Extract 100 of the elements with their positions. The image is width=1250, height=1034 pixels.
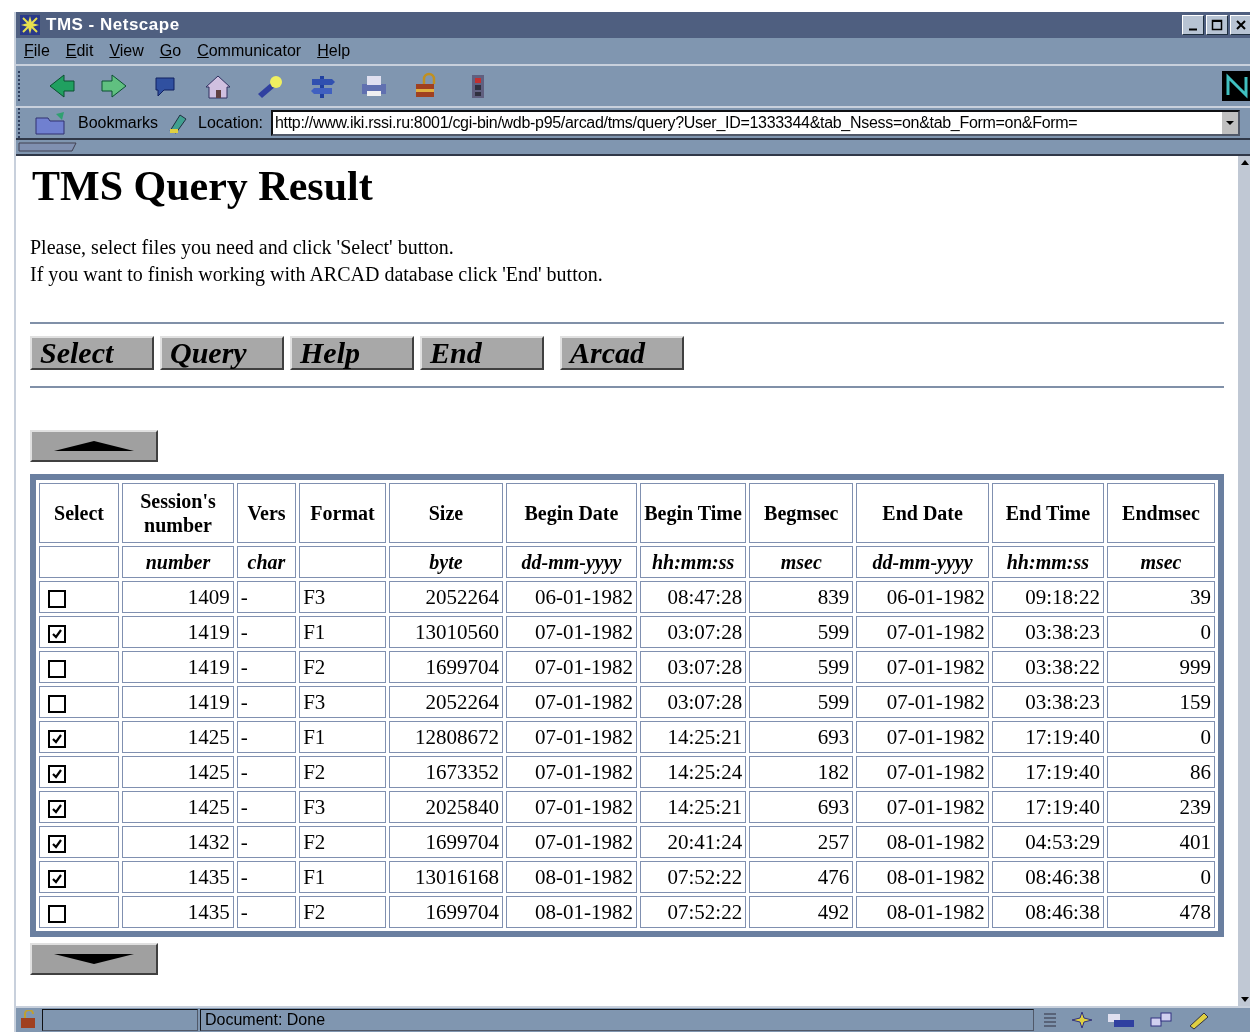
column-header: Format (299, 483, 386, 543)
page-heading: TMS Query Result (32, 162, 373, 210)
maximize-icon (1211, 19, 1223, 31)
table-cell: 17:19:40 (1025, 724, 1100, 749)
table-cell: 08:46:38 (1025, 864, 1100, 889)
checkbox[interactable] (48, 799, 66, 818)
table-cell: 07-01-1982 (886, 724, 985, 749)
table-cell: 0 (1200, 724, 1211, 749)
table-cell: 599 (817, 619, 850, 644)
column-header: Session's number (122, 483, 234, 543)
table-cell: 693 (817, 794, 850, 819)
table-cell: 03:07:28 (667, 619, 743, 644)
checkbox[interactable] (48, 869, 66, 888)
table-cell: 1425 (187, 759, 230, 784)
table-cell: 07-01-1982 (886, 759, 985, 784)
table-cell: - (240, 794, 248, 819)
scroll-up-button[interactable] (30, 430, 158, 462)
table-cell: 03:38:23 (1025, 619, 1100, 644)
menu-item[interactable]: Communicator (197, 42, 302, 60)
column-header: Begin Time (639, 483, 747, 543)
table-cell: 13010560 (415, 619, 499, 644)
table-cell: 13016168 (415, 864, 499, 889)
maximize-button[interactable] (1206, 15, 1228, 35)
table-cell: 1419 (187, 689, 230, 714)
table-cell: 08:46:38 (1025, 899, 1100, 924)
unit-label: number (145, 550, 211, 573)
table-cell: 2052264 (425, 584, 499, 609)
table-cell: - (240, 584, 248, 609)
table-cell: 1425 (187, 794, 230, 819)
checkbox[interactable] (48, 589, 66, 608)
chat-icon[interactable] (1148, 1010, 1174, 1030)
form-button[interactable]: Select (30, 336, 154, 370)
table-cell: 07-01-1982 (534, 759, 633, 784)
form-button[interactable]: Query (160, 336, 284, 370)
table-cell: 07-01-1982 (886, 654, 985, 679)
checkmark-icon (51, 767, 63, 780)
close-icon (1235, 19, 1247, 31)
table-cell: 12808672 (415, 724, 499, 749)
table-cell: 03:07:28 (667, 689, 743, 714)
table-cell: 2025840 (425, 794, 499, 819)
checkmark-icon (51, 802, 63, 815)
table-cell: F2 (303, 759, 326, 784)
dropdown-icon[interactable] (1222, 112, 1238, 134)
column-header: Begin Date (506, 483, 637, 543)
column-header: Begmsec (749, 483, 854, 543)
column-header: Select (39, 483, 120, 543)
starburst-icon[interactable] (1070, 1010, 1094, 1030)
checkbox[interactable] (48, 834, 66, 853)
checkmark-icon (51, 732, 63, 745)
column-header: Size (388, 483, 503, 543)
table-cell: 1435 (187, 864, 230, 889)
table-cell: - (240, 689, 248, 714)
table-cell: 86 (1190, 759, 1211, 784)
table-cell: F2 (303, 899, 326, 924)
table-cell: 1409 (187, 584, 230, 609)
table-cell: 1435 (187, 899, 230, 924)
unit-label: msec (1140, 550, 1182, 573)
checkbox[interactable] (48, 694, 66, 713)
minimize-button[interactable] (1182, 15, 1204, 35)
menu-item[interactable]: Edit (65, 42, 94, 60)
close-button[interactable] (1230, 15, 1250, 35)
table-cell: 1425 (187, 724, 230, 749)
table-cell: F1 (303, 864, 326, 889)
table-cell: 07-01-1982 (886, 794, 985, 819)
table-cell: 39 (1190, 584, 1211, 609)
checkbox[interactable] (48, 904, 66, 923)
form-button[interactable]: Arcad (560, 336, 684, 370)
table-cell: 07-01-1982 (886, 689, 985, 714)
url-field[interactable]: http://www.iki.rssi.ru:8001/cgi-bin/wdb-p95/arcad/tms/query?User_ID=1333344&tab_Nsess=on&tab_Form=on&Form= (270, 110, 1240, 136)
unit-label: hh:mm:ss (651, 550, 735, 573)
menu-item[interactable]: Go (159, 42, 182, 60)
table-cell: 03:07:28 (667, 654, 743, 679)
table-cell: 1699704 (425, 899, 499, 924)
table-cell: 14:25:24 (667, 759, 743, 784)
table-cell: - (240, 864, 248, 889)
form-button[interactable]: End (420, 336, 544, 370)
scroll-down-button[interactable] (30, 943, 158, 975)
table-cell: 14:25:21 (667, 794, 743, 819)
checkbox[interactable] (48, 729, 66, 748)
table-cell: 20:41:24 (667, 829, 743, 854)
table-cell: 07-01-1982 (534, 724, 633, 749)
lines-icon (1042, 1010, 1058, 1030)
table-cell: 06-01-1982 (886, 584, 985, 609)
column-header: Vers (236, 483, 297, 543)
form-button[interactable]: Help (290, 336, 414, 370)
table-cell: 159 (1179, 689, 1211, 714)
menu-item[interactable]: File (24, 42, 50, 60)
menu-item[interactable]: View (109, 42, 144, 60)
table-cell: 07:52:22 (667, 899, 743, 924)
checkbox[interactable] (48, 764, 66, 783)
table-cell: 2052264 (425, 689, 499, 714)
vertical-scrollbar[interactable] (1238, 156, 1250, 1006)
table-cell: F3 (303, 584, 326, 609)
menu-item[interactable]: Help (317, 42, 351, 60)
instruction-text: If you want to finish working with ARCAD database click 'End' button. (30, 262, 603, 288)
checkbox[interactable] (48, 624, 66, 643)
checkbox[interactable] (48, 659, 66, 678)
bookmarks-button[interactable]: Bookmarks (78, 114, 159, 132)
table-cell: - (240, 829, 248, 854)
table-cell: 1673352 (425, 759, 499, 784)
